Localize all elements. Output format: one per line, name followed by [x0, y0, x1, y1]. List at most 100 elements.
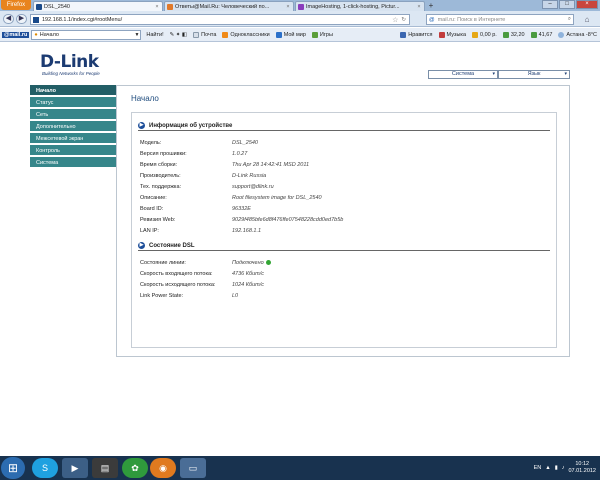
content-box: ▶ Информация об устройстве Модель: DSL_25…: [131, 112, 557, 348]
search-page-icon: ●: [34, 31, 38, 38]
toolbar-item-eur[interactable]: 41,67: [530, 31, 552, 38]
dsl-row-power-state: Link Power State: L0: [140, 293, 239, 299]
dlink-favicon-icon: [36, 3, 42, 10]
toolbar-item-games[interactable]: Игры: [311, 31, 333, 38]
logo-tagline: Building Networks for People: [42, 71, 100, 76]
tab-title: ImageHosting, 1-click-hosting, Pictur...: [306, 3, 400, 10]
mailru-toolbar: @mail.ru ● Начало ▼ Найти! ✎ ✦ ◧ Почта О…: [0, 28, 600, 42]
window-controls: – □ ×: [542, 0, 598, 9]
section-arrow-icon: ▶: [138, 242, 145, 249]
display-settings-icon[interactable]: ▭: [180, 458, 206, 478]
toolbar-item-odnoklassniki[interactable]: Одноклассники: [222, 31, 270, 38]
system-menu-select[interactable]: Система ▾: [428, 70, 498, 79]
browser-titlebar: Firefox DSL_2540 × Ответы@Mail.Ru: Челов…: [0, 0, 600, 11]
weather-cloud-icon: [558, 31, 565, 38]
toolbar-search-combo[interactable]: ● Начало ▼: [31, 29, 142, 40]
media-player-icon[interactable]: ▶: [62, 458, 88, 478]
sidebar-item-control[interactable]: Контроль: [30, 145, 116, 157]
search-magnifier-icon[interactable]: ⌕: [568, 16, 571, 23]
bookmark-star-icon[interactable]: ☆: [392, 16, 398, 24]
sidebar-item-firewall[interactable]: Межсетевой экран: [30, 133, 116, 145]
odnoklassniki-icon: [222, 31, 229, 38]
info-row-support: Тех. поддержка: support@dlink.ru: [140, 184, 274, 190]
imagehosting-favicon-icon: [298, 3, 304, 10]
chevron-down-icon: ▾: [564, 71, 567, 77]
dsl-row-line-state: Состояние линии: Подключено: [140, 259, 550, 268]
close-window-icon[interactable]: ×: [576, 0, 598, 9]
mailru-logo[interactable]: @mail.ru: [2, 31, 30, 38]
forward-arrow-icon[interactable]: ▶: [16, 14, 27, 24]
close-tab-icon[interactable]: ×: [416, 4, 422, 10]
clock[interactable]: 10:12 07.01.2012: [568, 461, 596, 475]
device-info-heading: ▶ Информация об устройстве: [138, 121, 550, 131]
info-row-model: Модель: DSL_2540: [140, 140, 258, 146]
toolbar-item-music[interactable]: Музыка: [438, 31, 466, 38]
dsl-row-downstream: Скорость входящего потока: 4736 Кбит/с: [140, 271, 265, 277]
my-world-icon: [275, 31, 282, 38]
system-tray: EN ▲ ▮ ♪ 10:12 07.01.2012: [534, 456, 596, 480]
mail-icon: [193, 31, 200, 38]
icq-icon[interactable]: ✿: [122, 458, 148, 478]
dsl-status-heading: ▶ Состояние DSL: [138, 241, 550, 251]
logo-text: D-Link: [40, 52, 99, 72]
toolbar-item-money[interactable]: 0,00 р.: [472, 31, 497, 38]
navigation-bar: ◀ ▶ 192.168.1.1/index.cgi#rootMenu/ ☆ ↻ …: [0, 11, 600, 27]
reload-icon[interactable]: ↻: [401, 17, 406, 23]
toolbar-item-usd[interactable]: 32,20: [502, 31, 525, 38]
firefox-menu-button[interactable]: Firefox: [1, 0, 31, 10]
mail-favicon-icon: [167, 3, 173, 10]
toolbar-item-mail[interactable]: Почта: [193, 31, 216, 38]
network-icon[interactable]: ▮: [555, 465, 558, 471]
info-row-build-time: Время сборки: Thu Apr 28 14:42:41 MSD 201…: [140, 162, 310, 168]
chevron-down-icon[interactable]: ▼: [134, 32, 139, 38]
start-button[interactable]: ⊞: [1, 457, 25, 479]
main-panel: Начало ▶ Информация об устройстве Модель…: [116, 85, 570, 357]
dollar-icon: [502, 31, 509, 38]
language-select[interactable]: Язык ▾: [498, 70, 570, 79]
chevron-down-icon: ▾: [492, 71, 495, 77]
search-placeholder: mail.ru: Поиск в Интернете: [437, 16, 506, 23]
dlink-logo: D-Link Building Networks for People: [40, 53, 100, 76]
info-row-manufacturer: Производитель: D-Link Russia: [140, 173, 267, 179]
tab-title: DSL_2540: [44, 3, 70, 10]
maximize-icon[interactable]: □: [559, 0, 575, 9]
skype-icon[interactable]: S: [32, 458, 58, 478]
sidebar-item-system[interactable]: Система: [30, 157, 116, 169]
site-identity-icon: [33, 16, 39, 23]
sidebar-item-home[interactable]: Начало: [30, 85, 116, 97]
like-icon: [400, 31, 407, 38]
combo-value: Начало: [39, 31, 59, 38]
close-tab-icon[interactable]: ×: [154, 4, 160, 10]
file-manager-icon[interactable]: ▤: [92, 458, 118, 478]
url-bar[interactable]: 192.168.1.1/index.cgi#rootMenu/ ☆ ↻: [30, 14, 410, 25]
home-icon[interactable]: ⌂: [580, 14, 594, 25]
mailru-search-icon: @: [429, 16, 435, 23]
tray-chevron-icon[interactable]: ▲: [545, 465, 550, 471]
sidebar-item-status[interactable]: Статус: [30, 97, 116, 109]
tab-mail-answers[interactable]: Ответы@Mail.Ru: Человеческий по... ×: [164, 1, 294, 11]
sidebar-item-network[interactable]: Сеть: [30, 109, 116, 121]
language-indicator[interactable]: EN: [534, 465, 542, 471]
search-input[interactable]: @ mail.ru: Поиск в Интернете ⌕: [426, 14, 574, 25]
info-row-firmware: Версия прошивки: 1.0.27: [140, 151, 248, 157]
firefox-taskbar-icon[interactable]: ◉: [150, 458, 176, 478]
toolbar-item-my-world[interactable]: Мой мир: [275, 31, 306, 38]
minimize-icon[interactable]: –: [542, 0, 558, 9]
sidebar-item-advanced[interactable]: Дополнительно: [30, 121, 116, 133]
toolbar-tools-icon[interactable]: ✎ ✦ ◧: [170, 32, 187, 38]
info-row-board-id: Board ID: 96332E: [140, 206, 251, 212]
toolbar-item-like[interactable]: Нравится: [400, 31, 433, 38]
tab-imagehosting[interactable]: ImageHosting, 1-click-hosting, Pictur...…: [295, 1, 425, 11]
router-sidebar: Начало Статус Сеть Дополнительно Межсете…: [30, 85, 116, 169]
toolbar-item-weather[interactable]: Астана -8°C: [558, 31, 597, 38]
new-tab-button[interactable]: +: [426, 1, 436, 10]
connected-status-icon: [265, 260, 271, 266]
section-arrow-icon: ▶: [138, 122, 145, 129]
close-tab-icon[interactable]: ×: [285, 4, 291, 10]
back-arrow-icon[interactable]: ◀: [3, 14, 14, 24]
tab-dsl[interactable]: DSL_2540 ×: [33, 1, 163, 11]
find-button[interactable]: Найти!: [146, 32, 163, 38]
info-row-web-revision: Ревизия Web: 9029f485bfe6d8f476ffe0754822…: [140, 217, 344, 223]
tab-title: Ответы@Mail.Ru: Человеческий по...: [175, 3, 270, 10]
volume-icon[interactable]: ♪: [562, 465, 565, 471]
